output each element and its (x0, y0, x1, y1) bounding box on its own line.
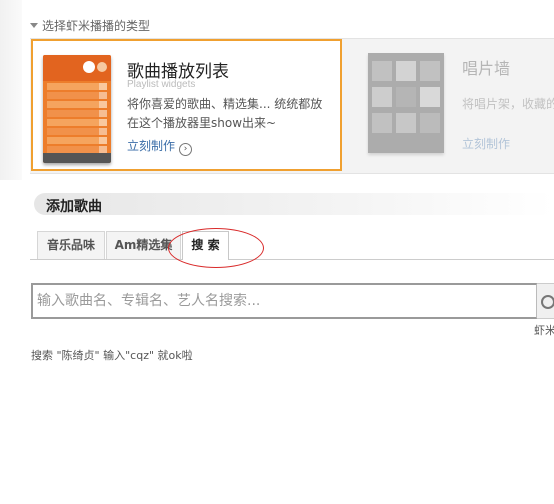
arrow-right-icon: › (179, 143, 193, 156)
add-songs-bar (34, 193, 554, 215)
search-tip: 搜索 "陈绮贞" 输入"cqz" 就ok啦 (31, 349, 193, 362)
album-wall-make-link[interactable]: 立刻制作 (462, 135, 510, 152)
type-section-label: 选择虾米播播的类型 (42, 19, 151, 33)
playlist-card-description: 将你喜爱的歌曲、精选集... 统统都放在这个播放器里show出来~ (127, 97, 323, 130)
side-hint: 虾米 (534, 324, 554, 337)
album-wall-card[interactable]: 唱片墙 将唱片架，收藏的统统显示在你的 立刻制作 (360, 39, 554, 171)
album-wall-description: 将唱片架，收藏的统统显示在你的 (462, 97, 554, 111)
search-button[interactable] (537, 283, 554, 319)
search-icon (541, 295, 554, 309)
add-songs-title: 添加歌曲 (46, 199, 102, 215)
tab-music-taste[interactable]: 音乐品味 (37, 231, 105, 259)
playlist-card-subtitle: Playlist widgets (127, 79, 196, 90)
search-input[interactable] (33, 285, 536, 317)
tabs-divider (30, 259, 554, 260)
search-box[interactable] (31, 283, 537, 319)
type-section-title[interactable]: 选择虾米播播的类型 (30, 17, 150, 34)
make-now-link[interactable]: 立刻制作 › (127, 137, 193, 156)
highlight-ellipse (168, 228, 264, 268)
left-shade (0, 0, 22, 180)
album-wall-thumbnail (368, 53, 444, 153)
make-now-label[interactable]: 立刻制作 (127, 139, 175, 153)
collapse-triangle-icon (30, 23, 38, 28)
playlist-widget-thumbnail (43, 55, 111, 163)
playlist-widget-card[interactable]: 歌曲播放列表 Playlist widgets 将你喜爱的歌曲、精选集... 统… (31, 39, 342, 171)
album-wall-title: 唱片墙 (462, 59, 511, 78)
